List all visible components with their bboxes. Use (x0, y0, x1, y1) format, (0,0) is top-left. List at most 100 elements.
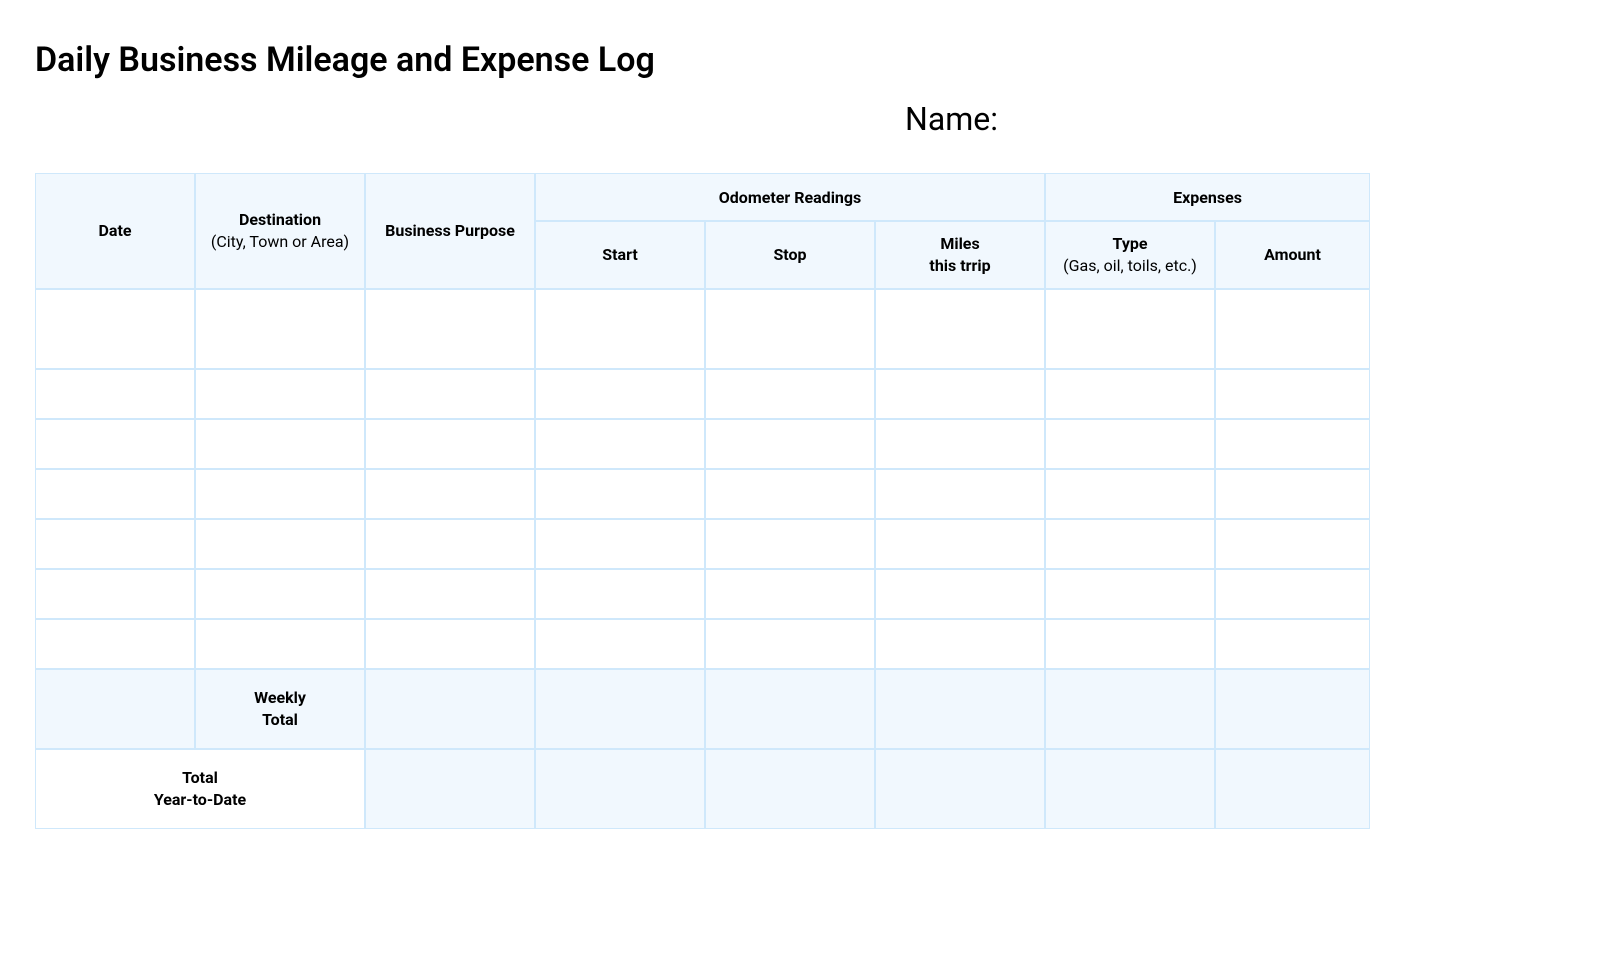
cell-stop[interactable] (705, 469, 875, 519)
cell-purpose[interactable] (365, 289, 535, 369)
weekly-total-label-line1: Weekly (254, 688, 306, 707)
header-destination: Destination (City, Town or Area) (195, 173, 365, 289)
cell-date[interactable] (35, 519, 195, 569)
cell-stop[interactable] (705, 569, 875, 619)
cell-miles[interactable] (875, 419, 1045, 469)
header-type-line2: (Gas, oil, toils, etc.) (1052, 255, 1208, 277)
cell-start[interactable] (535, 289, 705, 369)
ytd-total-label-line2: Year-to-Date (154, 790, 246, 809)
header-type-line1: Type (1113, 234, 1148, 253)
cell-purpose[interactable] (365, 619, 535, 669)
cell-amount[interactable] (1215, 619, 1370, 669)
cell-type[interactable] (1045, 519, 1215, 569)
cell-amount[interactable] (1215, 289, 1370, 369)
header-destination-line1: Destination (239, 210, 321, 229)
cell-miles[interactable] (875, 369, 1045, 419)
cell-miles[interactable] (875, 619, 1045, 669)
cell-amount[interactable] (1215, 369, 1370, 419)
weekly-total-type (1045, 669, 1215, 749)
header-miles-line1: Miles (940, 234, 979, 253)
cell-amount[interactable] (1215, 519, 1370, 569)
cell-type[interactable] (1045, 469, 1215, 519)
ytd-total-type (1045, 749, 1215, 829)
cell-destination[interactable] (195, 289, 365, 369)
header-amount: Amount (1215, 221, 1370, 289)
name-label: Name: (905, 100, 998, 138)
cell-type[interactable] (1045, 569, 1215, 619)
header-expenses-group: Expenses (1045, 173, 1370, 221)
cell-date[interactable] (35, 419, 195, 469)
mileage-expense-table: Date Destination (City, Town or Area) Bu… (35, 173, 1370, 829)
ytd-total-miles (875, 749, 1045, 829)
cell-type[interactable] (1045, 419, 1215, 469)
table-row (35, 289, 1370, 369)
cell-amount[interactable] (1215, 569, 1370, 619)
header-start: Start (535, 221, 705, 289)
cell-start[interactable] (535, 469, 705, 519)
cell-destination[interactable] (195, 469, 365, 519)
cell-purpose[interactable] (365, 469, 535, 519)
cell-miles[interactable] (875, 569, 1045, 619)
name-row: Name: (35, 100, 1565, 138)
cell-purpose[interactable] (365, 419, 535, 469)
header-odometer-group: Odometer Readings (535, 173, 1045, 221)
weekly-total-amount (1215, 669, 1370, 749)
header-miles-line2: this trrip (882, 255, 1038, 277)
ytd-total-label-line1: Total (182, 768, 218, 787)
cell-stop[interactable] (705, 289, 875, 369)
cell-start[interactable] (535, 419, 705, 469)
weekly-total-stop (705, 669, 875, 749)
ytd-total-label: Total Year-to-Date (35, 749, 365, 829)
table-row (35, 619, 1370, 669)
cell-amount[interactable] (1215, 469, 1370, 519)
ytd-total-purpose (365, 749, 535, 829)
cell-start[interactable] (535, 369, 705, 419)
weekly-total-start (535, 669, 705, 749)
cell-miles[interactable] (875, 519, 1045, 569)
weekly-total-miles (875, 669, 1045, 749)
table-row (35, 569, 1370, 619)
header-stop: Stop (705, 221, 875, 289)
table-row (35, 469, 1370, 519)
header-date: Date (35, 173, 195, 289)
cell-start[interactable] (535, 619, 705, 669)
cell-date[interactable] (35, 569, 195, 619)
ytd-total-stop (705, 749, 875, 829)
cell-miles[interactable] (875, 469, 1045, 519)
cell-destination[interactable] (195, 519, 365, 569)
cell-start[interactable] (535, 569, 705, 619)
cell-purpose[interactable] (365, 369, 535, 419)
cell-amount[interactable] (1215, 419, 1370, 469)
weekly-total-blank (35, 669, 195, 749)
cell-destination[interactable] (195, 369, 365, 419)
cell-stop[interactable] (705, 619, 875, 669)
weekly-total-label: Weekly Total (195, 669, 365, 749)
cell-type[interactable] (1045, 289, 1215, 369)
cell-type[interactable] (1045, 369, 1215, 419)
cell-purpose[interactable] (365, 519, 535, 569)
table-row (35, 369, 1370, 419)
ytd-total-start (535, 749, 705, 829)
cell-stop[interactable] (705, 419, 875, 469)
cell-date[interactable] (35, 289, 195, 369)
header-destination-line2: (City, Town or Area) (202, 231, 358, 253)
cell-date[interactable] (35, 369, 195, 419)
cell-miles[interactable] (875, 289, 1045, 369)
table-row (35, 519, 1370, 569)
header-type: Type (Gas, oil, toils, etc.) (1045, 221, 1215, 289)
cell-stop[interactable] (705, 519, 875, 569)
weekly-total-row: Weekly Total (35, 669, 1370, 749)
cell-destination[interactable] (195, 569, 365, 619)
cell-start[interactable] (535, 519, 705, 569)
header-purpose: Business Purpose (365, 173, 535, 289)
cell-stop[interactable] (705, 369, 875, 419)
cell-date[interactable] (35, 619, 195, 669)
header-miles: Miles this trrip (875, 221, 1045, 289)
cell-date[interactable] (35, 469, 195, 519)
cell-destination[interactable] (195, 619, 365, 669)
cell-type[interactable] (1045, 619, 1215, 669)
ytd-total-amount (1215, 749, 1370, 829)
cell-purpose[interactable] (365, 569, 535, 619)
table-row (35, 419, 1370, 469)
cell-destination[interactable] (195, 419, 365, 469)
